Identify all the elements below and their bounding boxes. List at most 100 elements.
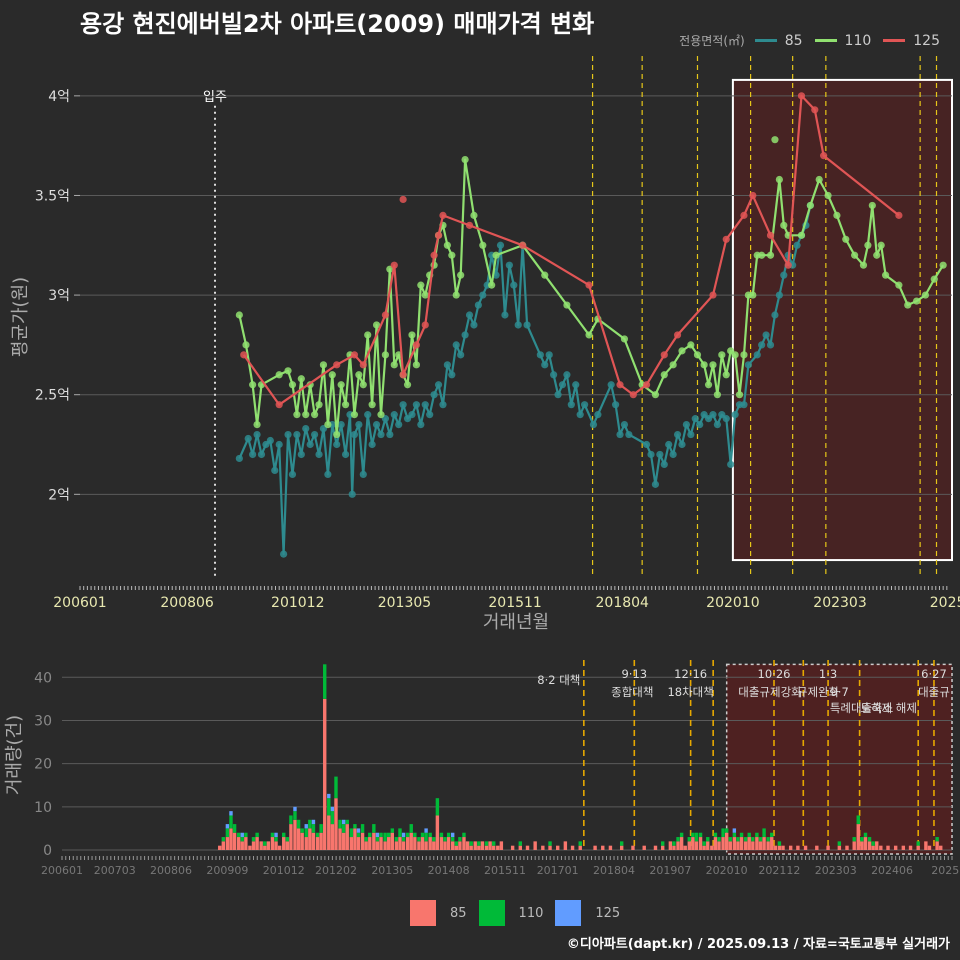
volume-bar-110 <box>372 824 376 833</box>
y-tick-label: 3억 <box>48 288 70 304</box>
series-110-point <box>417 281 425 289</box>
volume-bar-85 <box>282 837 286 850</box>
volume-bar-85 <box>863 837 868 850</box>
series-85-point <box>722 415 730 423</box>
series-110-point <box>302 411 310 419</box>
series-110-point <box>700 361 708 369</box>
series-125-point <box>399 371 407 379</box>
series-85-point <box>709 411 717 419</box>
volume-bar-85 <box>796 845 800 850</box>
volume-bar-85 <box>758 841 763 850</box>
volume-bar-85 <box>518 845 522 850</box>
series-125-point <box>820 152 828 160</box>
volume-bar-110 <box>736 837 740 842</box>
volume-bar-85 <box>398 837 402 850</box>
series-125-point <box>766 231 775 239</box>
volume-bar-85 <box>465 841 470 850</box>
volume-bar-85 <box>766 841 770 850</box>
series-85-point <box>687 430 695 439</box>
series-110-point <box>815 175 823 184</box>
volume-bar-110 <box>428 832 432 838</box>
policy-label: 18차대책 <box>667 685 713 699</box>
volume-bar-110 <box>672 841 676 846</box>
series-110-point <box>448 251 456 259</box>
volume-x-tick-label: 201804 <box>593 864 635 877</box>
volume-bar-110 <box>856 815 860 825</box>
series-85-point <box>673 430 682 439</box>
volume-bar-85 <box>886 845 890 850</box>
series-85-point <box>474 301 482 309</box>
volume-bar-85 <box>747 837 751 850</box>
volume-y-tick-label: 30 <box>34 713 52 729</box>
series-110-point <box>713 391 722 399</box>
series-110-point <box>651 391 660 399</box>
series-125-point <box>439 211 447 219</box>
series-85-point <box>607 381 615 389</box>
volume-bar-85 <box>548 845 552 850</box>
volume-bar-85 <box>879 845 883 850</box>
volume-legend-85-label: 85 <box>450 905 467 921</box>
volume-bar-110 <box>446 832 451 838</box>
volume-bar-110 <box>548 841 552 846</box>
volume-bar-110 <box>578 841 582 846</box>
volume-x-tick-label: 201907 <box>649 864 691 877</box>
volume-x-tick-label: 201305 <box>371 864 413 877</box>
volume-bar-85 <box>533 841 537 850</box>
series-85-point <box>558 381 567 389</box>
policy-label: 6·27 <box>921 667 947 681</box>
series-85-point <box>669 450 677 459</box>
volume-bar-110 <box>319 824 323 833</box>
series-110-point <box>687 341 695 349</box>
volume-bar-110 <box>458 837 462 842</box>
volume-bar-110 <box>394 837 399 842</box>
volume-bar-110 <box>255 832 259 838</box>
volume-bar-110 <box>300 828 304 833</box>
series-85-point <box>368 440 376 449</box>
series-85-point <box>465 311 474 319</box>
volume-bar-85 <box>341 832 346 850</box>
volume-bar-85 <box>266 841 271 850</box>
policy-label: 9·7 <box>830 685 848 699</box>
series-110-point <box>253 420 261 429</box>
volume-bar-85 <box>755 837 759 850</box>
volume-bar-110 <box>450 837 455 842</box>
series-110-point <box>492 251 500 259</box>
volume-bar-85 <box>852 841 856 850</box>
volume-bar-125 <box>304 824 308 829</box>
volume-x-tick-label: 202112 <box>758 864 800 877</box>
volume-bar-125 <box>401 832 406 838</box>
series-110-point <box>403 381 412 389</box>
volume-bar-110 <box>383 832 387 842</box>
volume-x-tick-label: 200909 <box>206 864 248 877</box>
volume-bar-85 <box>710 845 714 850</box>
volume-bar-125 <box>327 793 331 799</box>
volume-bar-125 <box>240 832 244 838</box>
volume-bar-85 <box>413 837 417 850</box>
policy-label: 10·26 <box>758 667 791 681</box>
series-85-point <box>448 371 456 379</box>
series-85-point <box>266 436 274 445</box>
volume-bar-110 <box>232 824 237 833</box>
series-110-point <box>368 401 376 409</box>
volume-bar-110 <box>225 828 230 838</box>
volume-bar-110 <box>401 837 406 842</box>
series-110-point <box>833 211 841 219</box>
y-tick-label: 2.5억 <box>35 388 70 404</box>
volume-bar-85 <box>935 841 939 850</box>
volume-bar-110 <box>732 832 737 838</box>
volume-bar-85 <box>642 845 646 850</box>
volume-x-tick-label: 201511 <box>484 864 526 877</box>
x-tick-label: 201305 <box>378 595 431 611</box>
series-85-point <box>554 391 562 399</box>
series-85-point <box>505 261 513 269</box>
series-85-point <box>364 411 372 419</box>
volume-bar-85 <box>364 841 368 850</box>
series-110-point <box>868 201 876 210</box>
volume-bar-110 <box>492 841 496 846</box>
volume-bar-110 <box>221 837 226 842</box>
volume-y-tick-label: 40 <box>34 670 52 686</box>
series-110-point <box>930 275 938 283</box>
volume-bar-110 <box>387 832 391 838</box>
series-125-point <box>740 211 748 219</box>
series-110-point <box>310 411 319 419</box>
